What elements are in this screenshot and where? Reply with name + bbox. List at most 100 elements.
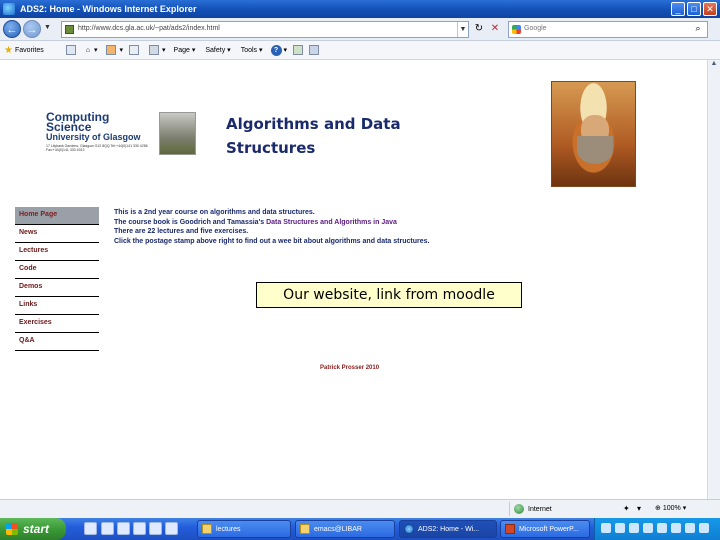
intro-line-1: This is a 2nd year course on algorithms … [114,209,315,216]
close-button[interactable]: ✕ [703,2,717,16]
help-dropdown-icon[interactable]: ▾ [284,46,288,54]
vertical-scrollbar[interactable]: ▲ [707,60,720,518]
system-tray [594,518,720,540]
feeds-dropdown-icon[interactable]: ▾ [120,46,124,54]
protected-mode-icon[interactable]: ✦ [623,504,630,513]
taskbar-item-ie[interactable]: ADS2: Home - Wi... [399,520,497,538]
taskbar-item-powerpoint[interactable]: Microsoft PowerP... [500,520,590,538]
quicklaunch-expand-icon[interactable] [165,522,178,535]
sidebar-item-news[interactable]: News [15,225,99,243]
tray-battery-icon[interactable] [685,523,695,533]
internet-globe-icon [514,504,524,514]
windows-flag-icon [6,523,18,535]
safety-menu[interactable]: Safety ▾ [205,46,230,55]
feeds-icon[interactable] [105,45,116,55]
tools-menu[interactable]: Tools ▾ [240,46,263,55]
sidebar-item-links[interactable]: Links [15,297,99,315]
department-logo[interactable]: Computing Science University of Glasgow … [46,111,196,155]
browser-window: ADS2: Home - Windows Internet Explorer _… [0,0,720,540]
page-content: Computing Science University of Glasgow … [0,60,707,518]
course-book-link[interactable]: Data Structures and Algorithms in Java [266,219,397,226]
zoom-control[interactable]: ⊕ 100% ▾ [655,504,687,513]
favorites-button[interactable]: Favorites [15,47,44,54]
folder-icon [300,524,310,534]
status-bar: Internet ✦ ▾ ⊕ 100% ▾ [0,499,720,518]
intro-line-2-prefix: The course book is Goodrich and Tamassia… [114,218,267,226]
print-icon[interactable] [149,45,160,55]
sidebar-item-qa[interactable]: Q&A [15,333,99,351]
author-credit: Patrick Prosser 2010 [320,365,380,371]
search-input[interactable]: Google ⌕ [508,21,708,38]
tray-app-icon[interactable] [643,523,653,533]
research-icon[interactable] [293,45,304,55]
search-button[interactable]: ⌕ [691,23,705,36]
command-bar: ★ Favorites ⌂ ▾ ▾ ▾ Page ▾ Safety ▾ Tool… [0,41,720,60]
security-zone[interactable]: Internet [509,502,615,516]
minimize-button[interactable]: _ [671,2,685,16]
sidebar-item-exercises[interactable]: Exercises [15,315,99,333]
forward-button[interactable]: → [23,20,41,38]
favorites-star-icon[interactable]: ★ [4,45,13,56]
taskbar-item-label: emacs@LIBAR [314,525,362,533]
title-line-1: Algorithms and Data [226,115,401,133]
help-button[interactable]: ? [270,44,282,56]
quicklaunch-ie-icon[interactable] [84,522,97,535]
sidebar-item-home[interactable]: Home Page [15,207,99,225]
quicklaunch-desktop-icon[interactable] [117,522,130,535]
zoom-icon: ⊕ [655,505,661,512]
tray-volume-icon[interactable] [615,523,625,533]
title-line-2: Structures [226,139,316,157]
tray-update-icon[interactable] [657,523,667,533]
sidebar-item-demos[interactable]: Demos [15,279,99,297]
back-button[interactable]: ← [3,20,21,38]
stop-button[interactable]: ✕ [488,22,502,36]
ie-logo-icon [3,3,15,15]
start-button[interactable]: start [0,518,66,540]
scroll-up-arrow-icon[interactable]: ▲ [708,60,720,72]
quicklaunch-outlook-icon[interactable] [101,522,114,535]
taskbar-item-lectures[interactable]: lectures [197,520,291,538]
messenger-icon[interactable] [309,45,320,55]
folder-icon [202,524,212,534]
address-url[interactable]: http://www.dcs.gla.ac.uk/~pat/ads2/index… [78,25,220,32]
tools-menu-label: Tools [240,46,258,54]
address-toolbar: ← → ▼ http://www.dcs.gla.ac.uk/~pat/ads2… [0,18,720,41]
university-crest-image [159,112,196,155]
home-dropdown-icon[interactable]: ▾ [94,46,98,54]
print-dropdown-icon[interactable]: ▾ [162,46,166,54]
favorites-center-icon[interactable] [65,45,76,55]
protected-mode-dropdown-icon[interactable]: ▾ [637,504,641,513]
home-icon[interactable]: ⌂ [86,47,90,54]
tray-clock-icon[interactable] [699,523,709,533]
intro-line-3: There are 22 lectures and five exercises… [114,228,249,235]
page-menu-label: Page [173,46,190,54]
maximize-button[interactable]: □ [687,2,701,16]
tray-security-icon[interactable] [629,523,639,533]
callout-annotation: Our website, link from moodle [256,282,522,308]
tray-messenger-icon[interactable] [671,523,681,533]
window-title: ADS2: Home - Windows Internet Explorer [20,4,197,14]
address-dropdown-icon[interactable]: ▼ [457,22,468,37]
recent-pages-dropdown-icon[interactable]: ▼ [44,24,51,31]
read-mail-icon[interactable] [129,45,140,55]
taskbar-item-label: Microsoft PowerP... [519,525,579,533]
sidebar-nav: Home Page News Lectures Code Demos Links… [15,207,99,351]
zoom-level: 100% [662,504,681,512]
zoom-dropdown-icon[interactable]: ▾ [683,504,687,512]
postage-stamp-image[interactable] [551,81,636,187]
sidebar-item-lectures[interactable]: Lectures [15,243,99,261]
page-menu[interactable]: Page ▾ [173,46,196,55]
ie-icon [404,524,414,534]
intro-line-4: Click the postage stamp above right to f… [114,237,430,245]
page-title: Algorithms and Data Structures [226,112,446,160]
tray-network-icon[interactable] [601,523,611,533]
address-input[interactable]: http://www.dcs.gla.ac.uk/~pat/ads2/index… [61,21,469,38]
page-favicon-icon [65,25,74,34]
refresh-button[interactable]: ↻ [472,22,486,36]
quicklaunch-media-icon[interactable] [133,522,146,535]
portrait-beard [577,136,613,164]
taskbar-item-emacs[interactable]: emacs@LIBAR [295,520,395,538]
quicklaunch-explorer-icon[interactable] [149,522,162,535]
logo-address: 17 Lilybank Gardens, Glasgow G12 8QQ Tel… [46,144,148,152]
sidebar-item-code[interactable]: Code [15,261,99,279]
